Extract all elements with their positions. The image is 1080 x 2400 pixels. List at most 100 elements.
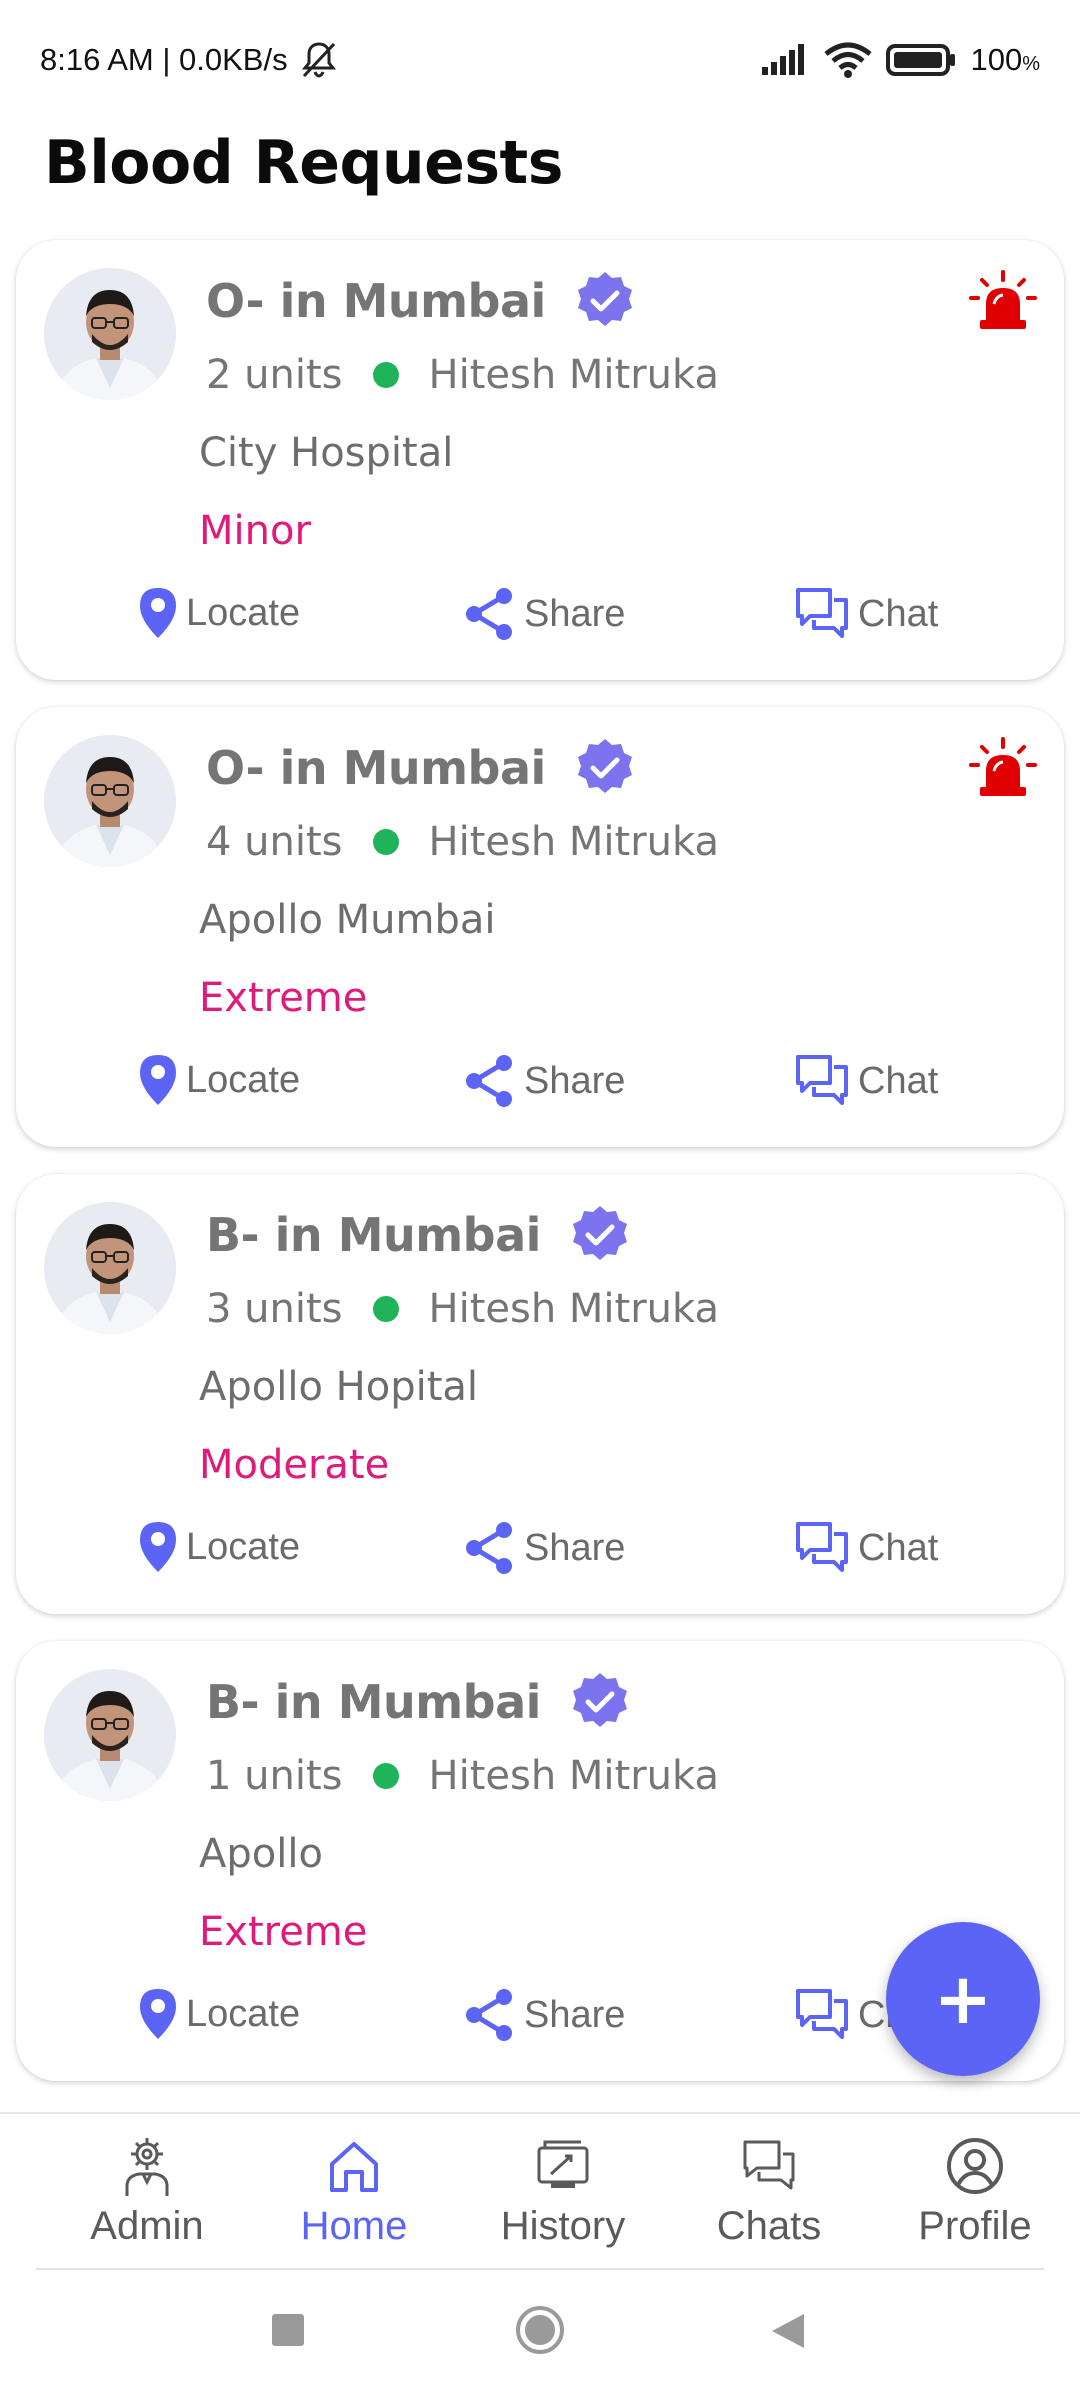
share-label: Share [524,592,626,635]
card-actions: Locate Share Chat [16,586,1064,656]
nav-label-home: Home [300,2204,408,2248]
card-actions: Locate Share Chat [16,1053,1064,1123]
share-icon [466,1055,512,1107]
request-card[interactable]: B- in Mumbai 3 units Hitesh Mitruka Apollo … [16,1174,1064,1614]
chat-button[interactable]: Chat [794,1520,938,1576]
units-row: 4 units Hitesh Mitruka [206,819,719,865]
status-right: 100% [760,42,1040,78]
locate-button[interactable]: Locate [138,586,300,640]
avatar[interactable] [44,1202,176,1334]
share-button[interactable]: Share [462,1053,625,1109]
profile-icon [947,2138,1003,2194]
nav-item-home[interactable]: Home [264,2134,444,2249]
share-label: Share [524,1526,626,1569]
online-status-dot [372,1296,399,1322]
avatar[interactable] [44,268,176,400]
chat-button[interactable]: Chat [794,586,938,642]
mute-icon [301,42,336,78]
verified-badge-icon [572,1673,627,1727]
share-icon [466,588,512,640]
chat-label: Chat [858,1059,939,1102]
request-title-row: B- in Mumbai [206,1671,631,1733]
card-actions: Locate Share Chat [16,1520,1064,1590]
request-title-row: O- in Mumbai [206,737,636,799]
signal-icon [762,44,805,75]
units-count: 3 units [206,1286,343,1332]
nav-item-admin[interactable]: Admin [57,2134,237,2249]
request-title: O- in Mumbai [206,274,546,328]
nav-label-chats: Chats [716,2204,822,2248]
locate-button[interactable]: Locate [138,1053,300,1107]
chat-label: Chat [858,1526,939,1569]
emergency-alarm-icon [969,270,1037,329]
online-status-dot [372,1763,399,1789]
request-title: B- in Mumbai [206,1208,541,1262]
hospital-name: Apollo Mumbai [199,897,496,943]
home-circle-icon[interactable] [514,2304,566,2356]
verified-badge-icon [577,272,632,326]
page-title: Blood Requests [44,128,563,198]
admin-gear-icon [125,2138,169,2196]
back-icon[interactable] [770,2312,806,2350]
nav-item-history[interactable]: History [473,2134,653,2249]
recents-icon[interactable] [270,2312,306,2348]
nav-item-chats[interactable]: Chats [679,2134,859,2249]
request-title-row: B- in Mumbai [206,1204,631,1266]
share-label: Share [524,1993,626,2036]
locate-label: Locate [186,591,301,634]
avatar[interactable] [44,735,176,867]
request-title-row: O- in Mumbai [206,270,636,332]
requester-name: Hitesh Mitruka [428,1753,719,1799]
battery-icon [886,44,956,76]
status-time-speed: 8:16 AM | 0.0KB/s [40,42,288,77]
online-status-dot [372,362,399,388]
severity-label: Moderate [199,1442,390,1488]
verified-badge-icon [572,1206,627,1260]
units-row: 2 units Hitesh Mitruka [206,352,719,398]
system-navigation [0,2272,1080,2400]
locate-pin-icon [140,1055,176,1105]
share-icon [466,1989,512,2041]
request-title: O- in Mumbai [206,741,546,795]
request-card[interactable]: O- in Mumbai 2 units Hitesh Mitruka City Ho… [16,240,1064,680]
units-row: 3 units Hitesh Mitruka [206,1286,719,1332]
chat-button[interactable]: Chat [794,1053,938,1109]
units-row: 1 units Hitesh Mitruka [206,1753,719,1799]
severity-label: Extreme [199,975,368,1021]
nav-label-history: History [500,2204,626,2248]
locate-label: Locate [186,1992,301,2035]
locate-pin-icon [140,1522,176,1572]
home-icon [330,2142,378,2192]
requester-name: Hitesh Mitruka [428,352,719,398]
avatar[interactable] [44,1669,176,1801]
chat-icon [796,1522,848,1572]
battery-level: 100% [970,42,1040,77]
add-request-button[interactable]: + [886,1922,1040,2076]
share-button[interactable]: Share [462,1987,625,2043]
nav-label-profile: Profile [918,2204,1032,2248]
hospital-name: City Hospital [199,430,454,476]
chat-icon [796,1989,848,2039]
chat-icon [796,588,848,638]
severity-label: Minor [199,508,311,554]
wifi-icon [824,42,873,78]
requester-name: Hitesh Mitruka [428,1286,719,1332]
units-count: 4 units [206,819,343,865]
units-count: 2 units [206,352,343,398]
chat-icon [796,1055,848,1105]
nav-divider [36,2268,1044,2270]
locate-button[interactable]: Locate [138,1520,300,1574]
hospital-name: Apollo [199,1831,323,1877]
bottom-nav: Admin Home History Chats Profile [0,2112,1080,2270]
nav-item-profile[interactable]: Profile [885,2134,1065,2249]
request-card[interactable]: O- in Mumbai 4 units Hitesh Mitruka Apollo … [16,707,1064,1147]
locate-button[interactable]: Locate [138,1987,300,2041]
online-status-dot [372,829,399,855]
share-label: Share [524,1059,626,1102]
locate-label: Locate [186,1058,301,1101]
units-count: 1 units [206,1753,343,1799]
share-button[interactable]: Share [462,1520,625,1576]
share-button[interactable]: Share [462,586,625,642]
nav-label-admin: Admin [90,2204,204,2248]
chats-icon [743,2140,795,2190]
